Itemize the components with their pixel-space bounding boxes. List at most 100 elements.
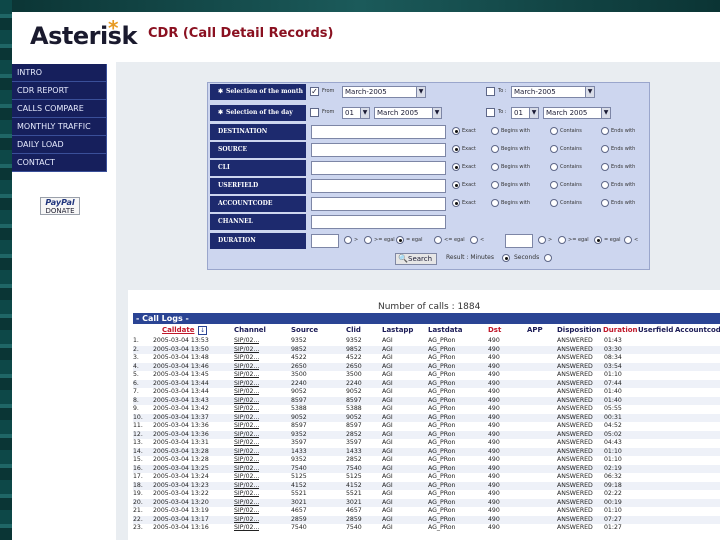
to-month-select[interactable]: March-2005 ▼ (511, 86, 595, 98)
search-button[interactable]: 🔍 Search (395, 253, 437, 265)
duration-to-eq-radio[interactable] (594, 236, 602, 244)
cell-channel[interactable]: SIP/02... (234, 482, 259, 491)
cli-ends-radio[interactable] (601, 163, 609, 171)
cell-channel[interactable]: SIP/02... (234, 490, 259, 499)
cell-channel[interactable]: SIP/02... (234, 422, 259, 431)
cell-channel[interactable]: SIP/02... (234, 337, 259, 346)
asterisk-logo[interactable]: Asterisk * (30, 16, 137, 50)
cell-channel[interactable]: SIP/02... (234, 516, 259, 525)
to-day-month-select[interactable]: March 2005 ▼ (543, 107, 611, 119)
cell-channel[interactable]: SIP/02... (234, 448, 259, 457)
cli-begins-radio[interactable] (491, 163, 499, 171)
cli-input[interactable] (311, 161, 446, 175)
channel-input[interactable] (311, 215, 446, 229)
source-ends-radio[interactable] (601, 145, 609, 153)
cell-channel[interactable]: SIP/02... (234, 499, 259, 508)
col-clid[interactable]: Clid (346, 325, 361, 336)
cell-channel[interactable]: SIP/02... (234, 465, 259, 474)
cli-contains-radio[interactable] (550, 163, 558, 171)
col-source[interactable]: Source (291, 325, 318, 336)
destination-input[interactable] (311, 125, 446, 139)
destination-exact-radio[interactable] (452, 127, 460, 135)
userfield-exact-radio[interactable] (452, 181, 460, 189)
duration-ge-radio[interactable] (364, 236, 372, 244)
accountcode-exact-radio[interactable] (452, 199, 460, 207)
source-exact-radio[interactable] (452, 145, 460, 153)
duration-gt-radio[interactable] (344, 236, 352, 244)
result-minutes-radio[interactable] (502, 254, 510, 262)
duration-to-ge-radio[interactable] (558, 236, 566, 244)
source-input[interactable] (311, 143, 446, 157)
from-month-select[interactable]: March-2005 ▼ (342, 86, 426, 98)
col-calldate[interactable]: Calldate (162, 325, 195, 336)
month-checkbox[interactable]: ✓ (310, 87, 319, 96)
day-checkbox[interactable] (310, 108, 319, 117)
col-lastdata[interactable]: Lastdata (428, 325, 463, 336)
from-day-select[interactable]: 01 ▼ (342, 107, 370, 119)
cell-channel[interactable]: SIP/02... (234, 507, 259, 516)
paypal-donate-button[interactable]: PayPal DONATE (40, 197, 80, 215)
cell-channel[interactable]: SIP/02... (234, 363, 259, 372)
cell-channel[interactable]: SIP/02... (234, 524, 259, 533)
cell-channel[interactable]: SIP/02... (234, 473, 259, 482)
cell-channel[interactable]: SIP/02... (234, 388, 259, 397)
accountcode-input[interactable] (311, 197, 446, 211)
cell-channel[interactable]: SIP/02... (234, 405, 259, 414)
col-duration[interactable]: Duration (603, 325, 638, 336)
cell-channel[interactable]: SIP/02... (234, 354, 259, 363)
cell-channel[interactable]: SIP/02... (234, 346, 259, 355)
duration-le-radio[interactable] (434, 236, 442, 244)
eq-label: = egal (604, 237, 621, 243)
cell-row-number: 20. (133, 498, 143, 506)
col-lastapp[interactable]: Lastapp (382, 325, 413, 336)
duration-eq-radio[interactable] (396, 236, 404, 244)
duration-lt-radio[interactable] (470, 236, 478, 244)
cell-channel[interactable]: SIP/02... (234, 371, 259, 380)
accountcode-contains-radio[interactable] (550, 199, 558, 207)
sidebar-item-cdr-report[interactable]: CDR REPORT (12, 82, 107, 100)
destination-begins-radio[interactable] (491, 127, 499, 135)
userfield-contains-radio[interactable] (550, 181, 558, 189)
duration-to-gt-radio[interactable] (538, 236, 546, 244)
destination-contains-radio[interactable] (550, 127, 558, 135)
accountcode-ends-radio[interactable] (601, 199, 609, 207)
cell-channel[interactable]: SIP/02... (234, 456, 259, 465)
to-day-checkbox[interactable] (486, 108, 495, 117)
sidebar-item-intro[interactable]: INTRO (12, 64, 107, 82)
to-day-select[interactable]: 01 ▼ (511, 107, 539, 119)
userfield-ends-radio[interactable] (601, 181, 609, 189)
duration-from-input[interactable] (311, 234, 339, 248)
sidebar-item-contact[interactable]: CONTACT (12, 154, 107, 172)
accountcode-begins-radio[interactable] (491, 199, 499, 207)
cell-channel[interactable]: SIP/02... (234, 439, 259, 448)
sidebar-item-monthly-traffic[interactable]: MONTHLY TRAFFIC (12, 118, 107, 136)
col-dst[interactable]: Dst (488, 325, 501, 336)
source-contains-radio[interactable] (550, 145, 558, 153)
userfield-begins-radio[interactable] (491, 181, 499, 189)
col-disposition[interactable]: Disposition (557, 325, 601, 336)
sidebar-item-calls-compare[interactable]: CALLS COMPARE (12, 100, 107, 118)
col-app[interactable]: APP (527, 325, 543, 336)
duration-to-input[interactable] (505, 234, 533, 248)
cli-exact-radio[interactable] (452, 163, 460, 171)
destination-ends-radio[interactable] (601, 127, 609, 135)
source-begins-radio[interactable] (491, 145, 499, 153)
cell-channel[interactable]: SIP/02... (234, 431, 259, 440)
to-month-checkbox[interactable] (486, 87, 495, 96)
cell-channel[interactable]: SIP/02... (234, 397, 259, 406)
from-day-month-select[interactable]: March 2005 ▼ (374, 107, 442, 119)
duration-to-le-radio[interactable] (624, 236, 632, 244)
paypal-label: DONATE (45, 207, 75, 215)
sort-icon[interactable]: ↓ (198, 326, 207, 335)
userfield-input[interactable] (311, 179, 446, 193)
cell-calldate: 2005-03-04 13:36 (153, 430, 209, 438)
cell-duration: 00:19 (604, 498, 622, 506)
result-seconds-radio[interactable] (544, 254, 552, 262)
col-accountcode[interactable]: Accountcode (675, 325, 720, 336)
sidebar-item-daily-load[interactable]: DAILY LOAD (12, 136, 107, 154)
cell-channel[interactable]: SIP/02... (234, 414, 259, 423)
cell-channel[interactable]: SIP/02... (234, 380, 259, 389)
day-row: ✱ Selection of the day From 01 ▼ March 20… (208, 104, 649, 122)
col-channel[interactable]: Channel (234, 325, 266, 336)
col-userfield[interactable]: Userfield (638, 325, 673, 336)
